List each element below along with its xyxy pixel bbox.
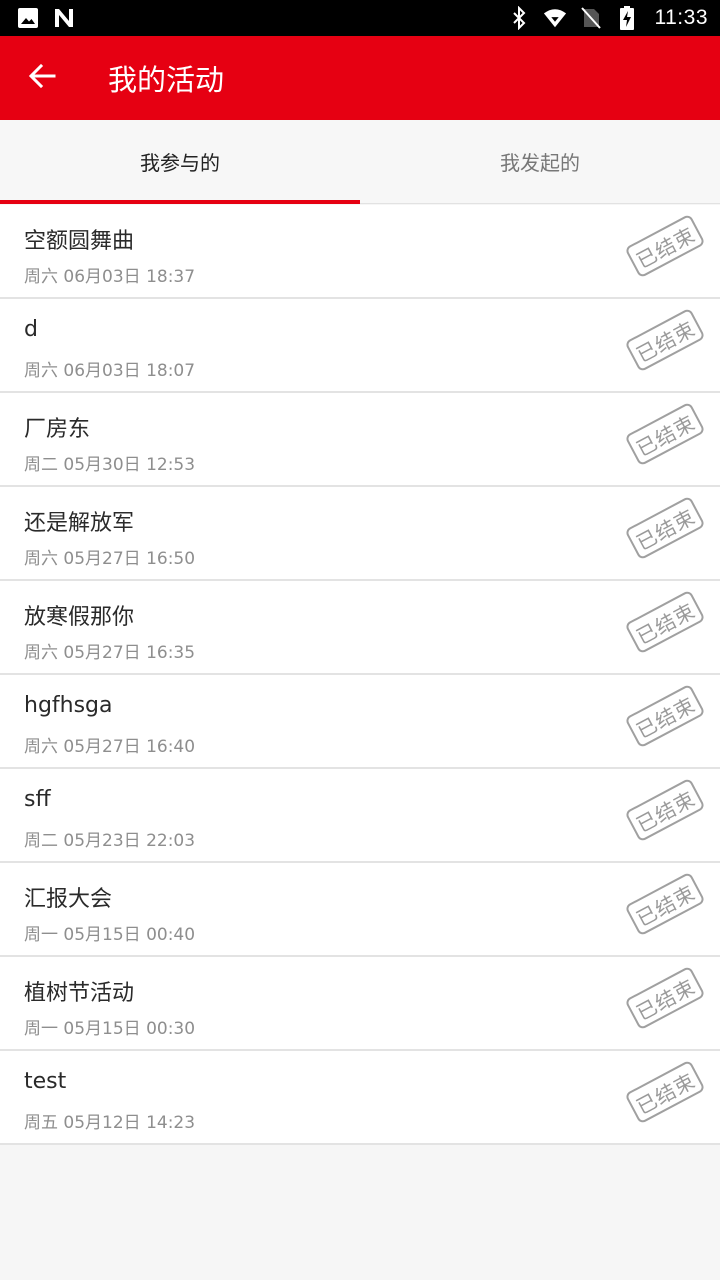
list-item[interactable]: 空额圆舞曲 周六 06月03日 18:37 已结束	[0, 205, 720, 299]
activity-title: 植树节活动	[24, 981, 135, 1006]
back-button[interactable]	[0, 36, 84, 120]
activity-title: 汇报大会	[24, 887, 113, 912]
ended-stamp: 已结束	[624, 307, 706, 373]
list-item[interactable]: 放寒假那你 周六 05月27日 16:35 已结束	[0, 581, 720, 675]
n-icon	[52, 6, 76, 30]
ended-stamp: 已结束	[624, 401, 706, 467]
list-item[interactable]: hgfhsga 周六 05月27日 16:40 已结束	[0, 675, 720, 769]
wifi-icon	[543, 6, 567, 30]
activity-time: 周六 06月03日 18:37	[24, 267, 196, 287]
activity-time: 周二 05月23日 22:03	[24, 831, 196, 851]
ended-stamp: 已结束	[624, 213, 706, 279]
activity-title: test	[24, 1069, 67, 1094]
activity-title: 空额圆舞曲	[24, 229, 135, 254]
status-bar-left	[16, 6, 76, 30]
status-bar-right: 11:33	[507, 6, 709, 30]
activity-title: hgfhsga	[24, 693, 113, 718]
activity-list: 空额圆舞曲 周六 06月03日 18:37 已结束 d 周六 06月03日 18…	[0, 205, 720, 1145]
activity-title: 放寒假那你	[24, 605, 135, 630]
ended-stamp: 已结束	[624, 1059, 706, 1125]
activity-title: d	[24, 317, 38, 342]
list-item[interactable]: d 周六 06月03日 18:07 已结束	[0, 299, 720, 393]
ended-stamp: 已结束	[624, 777, 706, 843]
list-item[interactable]: test 周五 05月12日 14:23 已结束	[0, 1051, 720, 1145]
activity-title: 厂房东	[24, 417, 91, 442]
ended-stamp: 已结束	[624, 495, 706, 561]
activity-time: 周六 06月03日 18:07	[24, 361, 196, 381]
no-sim-icon	[579, 6, 603, 30]
image-icon	[16, 6, 40, 30]
list-item[interactable]: 植树节活动 周一 05月15日 00:30 已结束	[0, 957, 720, 1051]
list-item[interactable]: 还是解放军 周六 05月27日 16:50 已结束	[0, 487, 720, 581]
activity-time: 周二 05月30日 12:53	[24, 455, 196, 475]
arrow-left-icon	[28, 62, 56, 94]
ended-stamp: 已结束	[624, 589, 706, 655]
activity-time: 周一 05月15日 00:40	[24, 925, 196, 945]
activity-title: 还是解放军	[24, 511, 135, 536]
battery-charging-icon	[615, 6, 639, 30]
app-bar: 我的活动	[0, 36, 720, 120]
list-item[interactable]: sff 周二 05月23日 22:03 已结束	[0, 769, 720, 863]
ended-stamp: 已结束	[624, 683, 706, 749]
tab-participated[interactable]: 我参与的	[0, 120, 360, 204]
activity-time: 周五 05月12日 14:23	[24, 1113, 196, 1133]
list-item[interactable]: 汇报大会 周一 05月15日 00:40 已结束	[0, 863, 720, 957]
activity-time: 周一 05月15日 00:30	[24, 1019, 196, 1039]
tab-bar: 我参与的 我发起的	[0, 120, 720, 204]
tab-initiated[interactable]: 我发起的	[360, 120, 720, 203]
ended-stamp: 已结束	[624, 965, 706, 1031]
activity-time: 周六 05月27日 16:35	[24, 643, 196, 663]
status-bar: 11:33	[0, 0, 720, 36]
page-title: 我的活动	[108, 63, 225, 97]
activity-time: 周六 05月27日 16:50	[24, 549, 196, 569]
activity-time: 周六 05月27日 16:40	[24, 737, 196, 757]
list-item[interactable]: 厂房东 周二 05月30日 12:53 已结束	[0, 393, 720, 487]
ended-stamp: 已结束	[624, 871, 706, 937]
status-time: 11:33	[654, 6, 708, 29]
bluetooth-icon	[507, 6, 531, 30]
activity-title: sff	[24, 787, 51, 812]
